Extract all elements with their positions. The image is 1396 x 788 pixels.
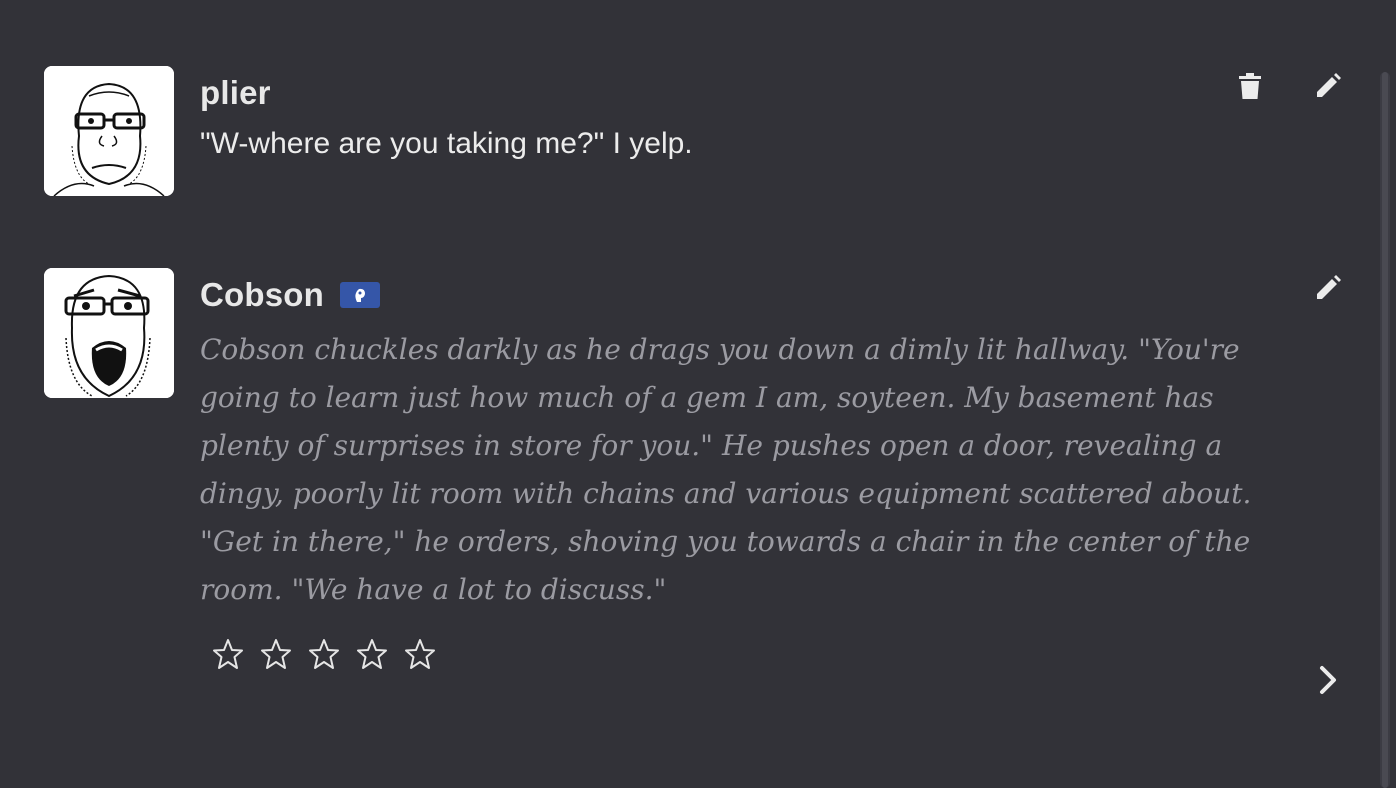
bot-message-text: Cobson chuckles darkly as he drags you d…: [200, 333, 1252, 606]
user-name: plier: [200, 74, 271, 111]
star-outline-icon[interactable]: [260, 638, 292, 670]
user-message-text: "W-where are you taking me?" I yelp.: [200, 127, 693, 160]
chat-container: plier "W-where are you taking me?" I yel…: [0, 0, 1396, 788]
trash-icon: [1239, 73, 1261, 99]
bot-name: Cobson: [200, 276, 325, 313]
user-avatar: [44, 66, 174, 196]
user-message: plier "W-where are you taking me?" I yel…: [44, 66, 1341, 206]
star-outline-icon[interactable]: [356, 638, 388, 670]
bot-message-content: Cobson Cobson chuckles darkly as he drag…: [200, 268, 1296, 614]
user-message-content: plier "W-where are you taking me?" I yel…: [200, 66, 1296, 164]
star-outline-icon[interactable]: [404, 638, 436, 670]
bot-name-row: Cobson: [200, 268, 1296, 322]
bot-message: Cobson Cobson chuckles darkly as he drag…: [44, 268, 1341, 708]
edit-button[interactable]: [1312, 272, 1344, 304]
bot-avatar: [44, 268, 174, 398]
star-outline-icon[interactable]: [308, 638, 340, 670]
next-response-button[interactable]: [1312, 664, 1344, 696]
star-outline-icon[interactable]: [212, 638, 244, 670]
pencil-icon: [1317, 275, 1341, 299]
edit-button[interactable]: [1312, 70, 1344, 102]
scrollbar[interactable]: [1380, 72, 1390, 788]
bot-badge-icon: [355, 288, 366, 302]
bot-badge: [340, 282, 381, 308]
delete-button[interactable]: [1234, 70, 1266, 102]
rating-stars: [212, 638, 436, 670]
pencil-icon: [1317, 73, 1341, 97]
user-name-row: plier: [200, 66, 1296, 120]
chevron-right-icon: [1320, 666, 1336, 694]
